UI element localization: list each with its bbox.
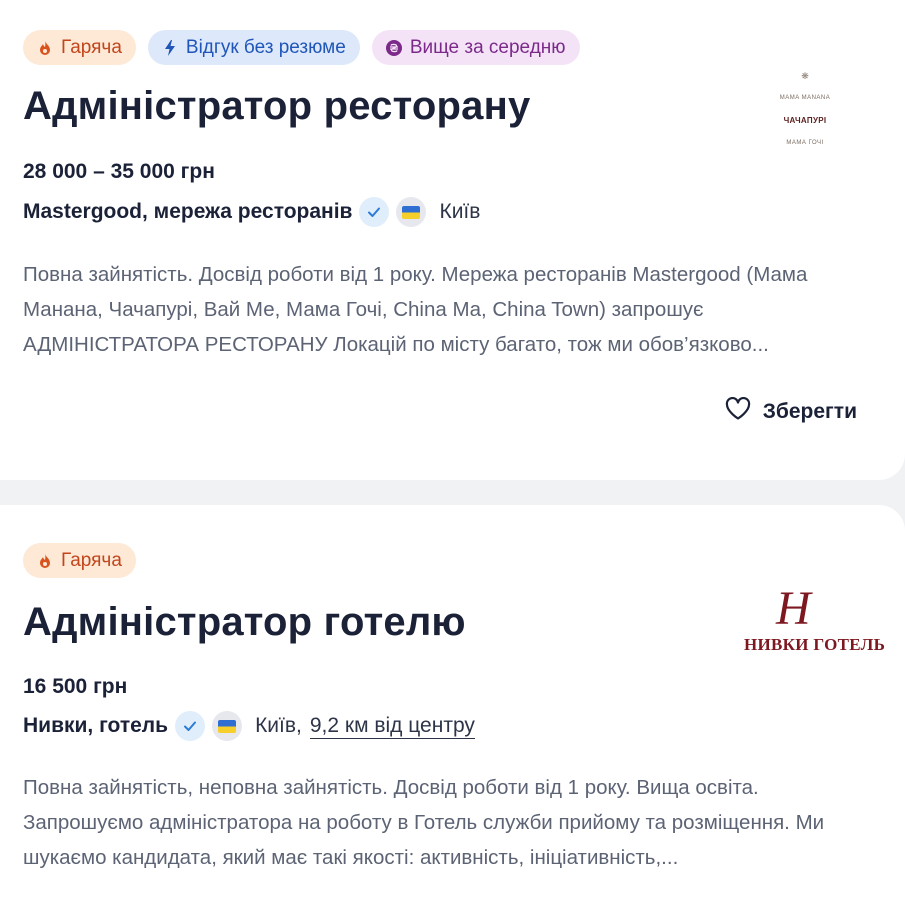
logo-main-text: ЧАЧАПУРІ: [783, 116, 827, 126]
save-label: Зберегти: [762, 400, 857, 423]
company-row: Mastergood, мережа ресторанів Київ: [23, 197, 480, 227]
tag-list: Гаряча: [23, 543, 136, 578]
heart-icon: [725, 396, 751, 427]
logo-ornament: ❋: [801, 71, 809, 81]
flame-icon: [37, 40, 53, 56]
vacancy-card[interactable]: Гаряча Відгук без резюме Вище за середню…: [0, 0, 905, 480]
company-row: Нивки, готель Київ, 9,2 км від центру: [23, 711, 475, 741]
tag-label: Гаряча: [61, 549, 122, 571]
tag-quick-apply: Відгук без резюме: [147, 30, 360, 65]
logo-bottom-text: МАМА ГОЧІ: [786, 139, 824, 146]
city: Київ,: [255, 714, 302, 737]
save-button[interactable]: Зберегти: [725, 396, 857, 427]
vacancy-description: Повна зайнятість, неповна зайнятість. До…: [23, 776, 825, 869]
tag-hot: Гаряча: [23, 30, 136, 65]
salary: 16 500 грн: [23, 675, 128, 698]
vacancy-title[interactable]: Адміністратор готелю: [23, 600, 466, 645]
logo-top-text: MAMA MANANA: [779, 94, 831, 101]
hryvnia-coin-icon: [385, 39, 402, 56]
city: Київ: [439, 200, 481, 223]
company-logo[interactable]: ❋ MAMA MANANA ЧАЧАПУРІ МАМА ГОЧІ: [770, 72, 840, 147]
tag-above-average: Вище за середню: [371, 30, 580, 65]
tag-label: Вище за середню: [409, 36, 566, 58]
salary: 28 000 – 35 000 грн: [23, 160, 215, 183]
company-name[interactable]: Mastergood, мережа ресторанів: [23, 200, 352, 224]
ukraine-flag-icon: [212, 711, 243, 741]
distance-link[interactable]: 9,2 км від центру: [309, 714, 475, 739]
logo-text: НИВКИ ГОТЕЛЬ: [744, 635, 886, 654]
company-logo[interactable]: H НИВКИ ГОТЕЛЬ: [740, 585, 885, 661]
tag-label: Гаряча: [61, 36, 122, 58]
flame-icon: [37, 553, 53, 569]
ukraine-flag-icon: [396, 197, 427, 227]
tag-list: Гаряча Відгук без резюме Вище за середню: [23, 30, 580, 65]
verified-icon: [359, 197, 390, 227]
logo-monogram: H: [776, 582, 811, 635]
vacancy-card[interactable]: Гаряча Адміністратор готелю H НИВКИ ГОТЕ…: [0, 505, 905, 907]
vacancy-title[interactable]: Адміністратор ресторану: [23, 84, 530, 129]
vacancy-description: Повна зайнятість. Досвід роботи від 1 ро…: [23, 263, 808, 356]
tag-label: Відгук без резюме: [185, 36, 346, 58]
tag-hot: Гаряча: [23, 543, 136, 578]
company-name[interactable]: Нивки, готель: [23, 714, 168, 738]
lightning-icon: [162, 39, 178, 56]
verified-icon: [175, 711, 206, 741]
